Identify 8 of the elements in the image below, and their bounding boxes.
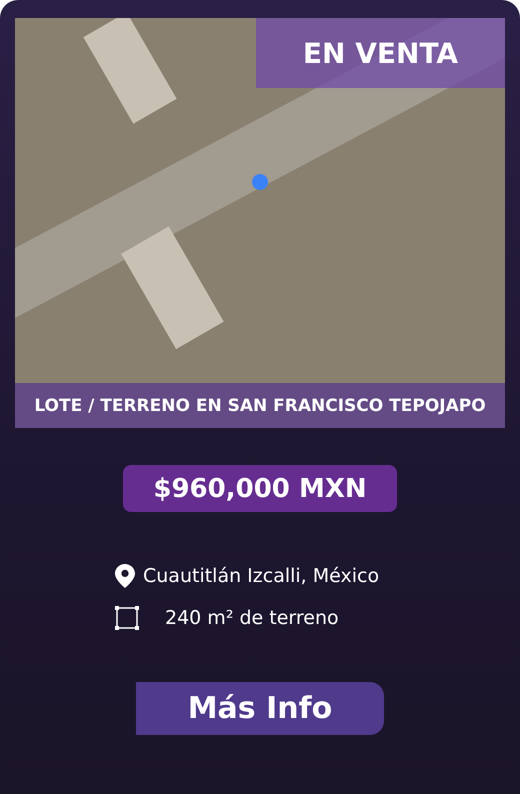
listing-title: LOTE / TERRENO EN SAN FRANCISCO TEPOJAPO xyxy=(15,383,505,428)
price-tag: $960,000 MXN xyxy=(123,465,397,512)
sale-badge: EN VENTA xyxy=(256,18,505,88)
more-info-button[interactable]: Más Info xyxy=(136,682,384,735)
area-text: 240 m² de terreno xyxy=(165,607,339,629)
area-square-icon xyxy=(115,606,139,630)
location-pin-icon xyxy=(115,564,135,588)
location-text: Cuautitlán Izcalli, México xyxy=(143,565,380,587)
